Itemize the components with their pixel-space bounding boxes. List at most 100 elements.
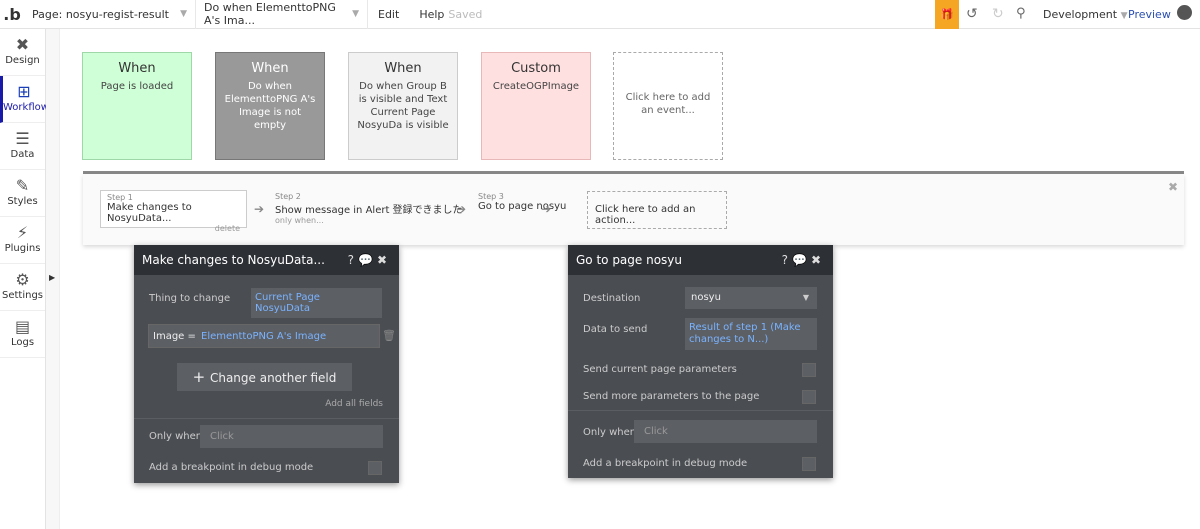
destination-value: nosyu <box>691 292 721 303</box>
sidebar-item-plugins[interactable]: ⚡ Plugins <box>0 217 45 264</box>
help-icon[interactable]: ? <box>348 253 358 267</box>
expand-arrow-icon[interactable]: ▶ <box>49 273 55 282</box>
sidebar-item-label: Design <box>5 55 40 66</box>
undo-icon[interactable]: ↺ <box>966 6 978 22</box>
sidebar-item-design[interactable]: ✖ Design <box>0 29 45 76</box>
step-number: Step 3 <box>478 192 504 201</box>
sidebar-item-label: Styles <box>7 196 38 207</box>
sidebar-item-label: Settings <box>1 290 43 301</box>
chevron-down-icon: ▼ <box>1120 11 1128 21</box>
add-action-label: Click here to add an action... <box>595 204 696 226</box>
arrow-right-icon: ➔ <box>541 202 552 216</box>
event-title: When <box>251 61 289 76</box>
bubble-logo: .b <box>3 4 21 24</box>
only-when-label: Only when <box>583 427 637 438</box>
event-card-group-b[interactable]: When Do when Group B is visible and Text … <box>348 52 458 160</box>
workflow-select[interactable]: Do when ElementtoPNG A's Ima... ▼ <box>196 0 368 29</box>
event-card-elementtopng[interactable]: When Do when ElementtoPNG A's Image is no… <box>215 52 325 160</box>
design-icon: ✖ <box>15 35 30 54</box>
send-current-checkbox[interactable] <box>802 363 816 377</box>
divider <box>134 418 399 419</box>
event-title: When <box>118 61 156 76</box>
sidebar-item-settings[interactable]: ⚙ Settings <box>0 264 45 311</box>
page-select-value: Page: nosyu-regist-result <box>32 7 169 21</box>
sidebar: ✖ Design ⊞ Workflow ☰ Data ✎ Styles ⚡ Plugins… <box>0 29 49 529</box>
step-label: Make changes to NosyuData... <box>107 202 192 224</box>
step-label: Show message in Alert 登録できました <box>275 205 463 216</box>
help-icon[interactable]: ? <box>782 253 792 267</box>
data-to-send-field[interactable]: Result of step 1 (Make changes to N...) <box>685 318 817 350</box>
step-3[interactable]: Step 3 Go to page nosyu <box>478 192 566 212</box>
steps-panel: Step 1 Make changes to NosyuData... dele… <box>83 174 1184 245</box>
event-card-custom[interactable]: Custom CreateOGPImage <box>481 52 591 160</box>
add-all-fields-link[interactable]: Add all fields <box>325 399 383 409</box>
help-menu[interactable]: Help <box>409 8 448 21</box>
event-card-page-loaded[interactable]: When Page is loaded <box>82 52 192 160</box>
add-action-button[interactable]: Click here to add an action... <box>587 191 727 229</box>
step-1[interactable]: Step 1 Make changes to NosyuData... dele… <box>100 190 247 233</box>
avatar[interactable] <box>1177 5 1192 20</box>
destination-select[interactable]: nosyu ▼ <box>685 287 817 309</box>
field-row-image[interactable]: Image = ElementtoPNG A's Image <box>148 324 380 348</box>
sidebar-item-styles[interactable]: ✎ Styles <box>0 170 45 217</box>
go-to-page-panel: Go to page nosyu ?💬✖ Destination nosyu ▼ D… <box>568 245 833 478</box>
data-to-send-label: Data to send <box>583 324 648 335</box>
step-number: Step 1 <box>107 193 133 202</box>
send-more-checkbox[interactable] <box>802 390 816 404</box>
panel-title: Make changes to NosyuData... <box>142 253 325 267</box>
send-more-label: Send more parameters to the page <box>583 391 760 402</box>
event-desc: Page is loaded <box>100 81 174 92</box>
close-icon[interactable]: ✖ <box>811 253 825 267</box>
sidebar-item-workflow[interactable]: ⊞ Workflow <box>0 76 49 123</box>
chevron-down-icon: ▼ <box>352 9 359 19</box>
sidebar-expand-strip[interactable]: ▶ <box>46 29 60 529</box>
sidebar-item-data[interactable]: ☰ Data <box>0 123 45 170</box>
breakpoint-checkbox[interactable] <box>802 457 816 471</box>
event-desc: Do when ElementtoPNG A's Image is not em… <box>224 81 316 131</box>
chevron-down-icon: ▼ <box>180 9 187 19</box>
comment-icon[interactable]: 💬 <box>358 253 377 267</box>
step-label: Go to page nosyu <box>478 201 567 212</box>
document-icon: ▤ <box>14 317 31 336</box>
sidebar-item-label: Workflow <box>3 102 49 113</box>
thing-to-change-field[interactable]: Current Page NosyuData <box>251 288 382 318</box>
close-icon[interactable]: ✖ <box>377 253 391 267</box>
edit-menu[interactable]: Edit <box>368 8 409 21</box>
add-event-button[interactable]: Click here to add an event... <box>613 52 723 160</box>
divider <box>568 410 833 411</box>
arrow-right-icon: ➔ <box>456 202 467 216</box>
page-select[interactable]: Page: nosyu-regist-result ▼ <box>24 0 196 29</box>
comment-icon[interactable]: 💬 <box>792 253 811 267</box>
sidebar-item-label: Logs <box>10 337 35 348</box>
gear-icon: ⚙ <box>15 270 30 289</box>
field-value[interactable]: ElementtoPNG A's Image <box>201 331 326 342</box>
only-when-input[interactable]: Click <box>634 420 817 443</box>
breakpoint-checkbox[interactable] <box>368 461 382 475</box>
sidebar-item-label: Data <box>10 149 35 160</box>
environment-select[interactable]: Development ▼ <box>1043 8 1127 21</box>
redo-icon[interactable]: ↻ <box>992 6 1004 22</box>
brush-icon: ✎ <box>15 176 30 195</box>
only-when-label: Only when <box>149 431 203 442</box>
sidebar-item-logs[interactable]: ▤ Logs <box>0 311 45 358</box>
sidebar-item-label: Plugins <box>4 243 41 254</box>
preview-link[interactable]: Preview <box>1128 8 1171 21</box>
step-2[interactable]: Step 2 Show message in Alert 登録できました onl… <box>275 192 463 225</box>
close-icon[interactable]: ✖ <box>1168 180 1178 194</box>
field-name: Image = <box>153 331 196 342</box>
gift-icon[interactable]: 🎁 <box>935 0 959 29</box>
change-another-field-button[interactable]: + Change another field <box>177 363 352 391</box>
event-title: When <box>384 61 422 76</box>
panel-title: Go to page nosyu <box>576 253 683 267</box>
workflow-select-value: Do when ElementtoPNG A's Ima... <box>204 1 336 27</box>
delete-step-link[interactable]: delete <box>107 224 240 233</box>
panel-header: Go to page nosyu ?💬✖ <box>568 245 833 275</box>
database-icon: ☰ <box>15 129 30 148</box>
step-number: Step 2 <box>275 192 301 201</box>
trash-icon[interactable]: 🗑 <box>382 329 396 342</box>
step-condition: only when... <box>275 216 324 225</box>
search-icon[interactable]: ⚲ <box>1016 6 1026 21</box>
only-when-input[interactable]: Click <box>200 425 383 448</box>
plus-icon: + <box>192 368 210 386</box>
thing-to-change-label: Thing to change <box>149 293 231 304</box>
